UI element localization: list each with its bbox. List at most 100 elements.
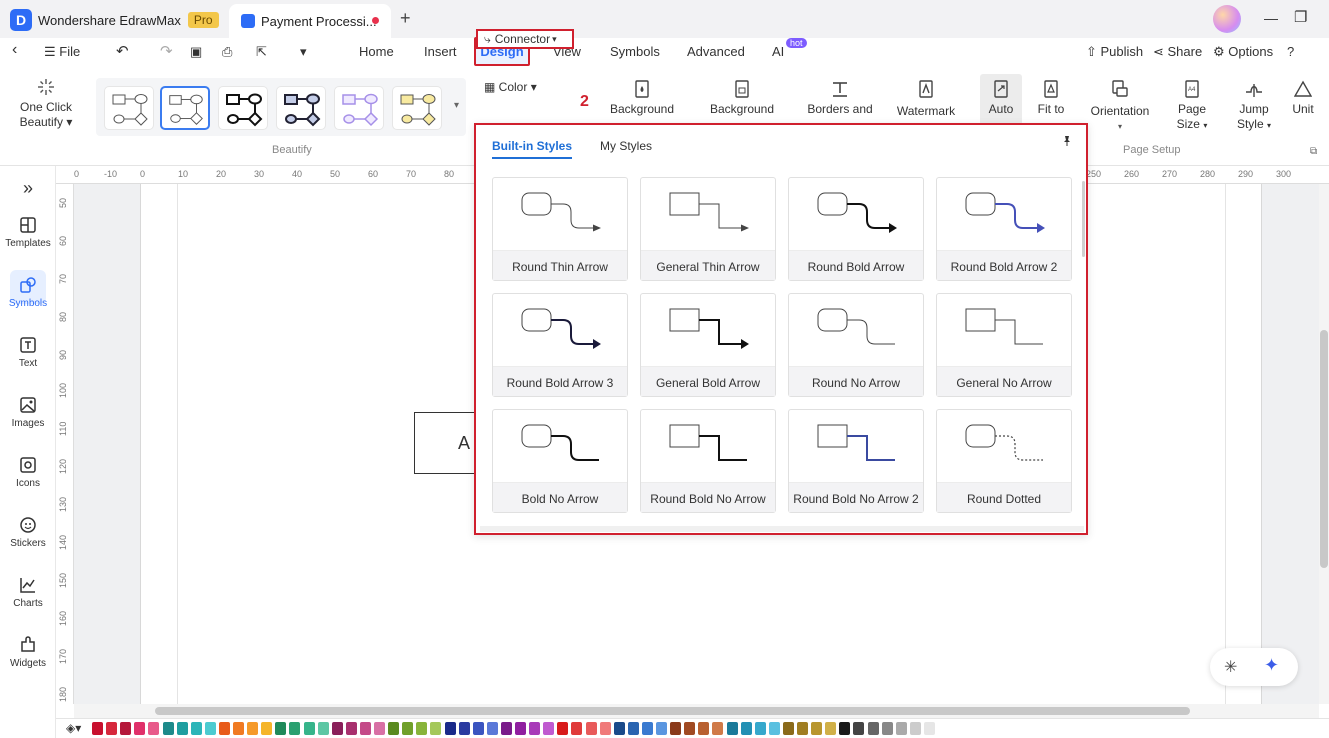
color-swatch[interactable]: [106, 722, 118, 735]
sidebar-item-symbols[interactable]: Symbols: [0, 270, 56, 309]
vertical-scroll-thumb[interactable]: [1320, 330, 1328, 568]
sidebar-item-charts[interactable]: Charts: [0, 576, 56, 609]
connector-style-card[interactable]: Round Bold Arrow 3: [492, 293, 628, 397]
color-swatch[interactable]: [853, 722, 865, 735]
tab-my-styles[interactable]: My Styles: [600, 139, 652, 153]
ai-sparkle-icon[interactable]: ✦: [1264, 655, 1279, 676]
connector-style-card[interactable]: Round Bold Arrow 2: [936, 177, 1072, 281]
color-swatch[interactable]: [782, 722, 794, 735]
sidebar-item-icons[interactable]: Icons: [0, 456, 56, 489]
save-icon[interactable]: ▣: [190, 44, 202, 60]
color-swatch[interactable]: [359, 722, 371, 735]
menu-insert[interactable]: Insert: [424, 44, 457, 59]
connector-style-card[interactable]: Round Thin Arrow: [492, 177, 628, 281]
connector-style-card[interactable]: Round Bold No Arrow: [640, 409, 776, 513]
connector-style-card[interactable]: General Bold Arrow: [640, 293, 776, 397]
connector-style-card[interactable]: Round No Arrow: [788, 293, 924, 397]
color-swatch[interactable]: [811, 722, 823, 735]
dropdown-scrollbar[interactable]: [1082, 181, 1085, 257]
color-swatch[interactable]: [529, 722, 541, 735]
color-swatch[interactable]: [247, 722, 259, 735]
color-swatch[interactable]: [768, 722, 780, 735]
color-swatch[interactable]: [740, 722, 752, 735]
color-swatch[interactable]: [543, 722, 555, 735]
redo-icon[interactable]: ↷: [160, 42, 173, 60]
color-swatch[interactable]: [515, 722, 526, 735]
background-picture-button[interactable]: Background: [700, 80, 784, 117]
back-icon[interactable]: ‹: [12, 41, 17, 59]
color-swatch[interactable]: [289, 722, 301, 735]
avatar[interactable]: [1213, 5, 1241, 33]
share-button[interactable]: ⋖ Share: [1153, 44, 1202, 60]
color-swatch[interactable]: [162, 722, 174, 735]
color-swatch[interactable]: [698, 722, 710, 735]
menu-ai[interactable]: AI: [772, 44, 784, 59]
pin-icon[interactable]: [1061, 135, 1073, 147]
color-swatch[interactable]: [134, 722, 146, 735]
fill-bucket-icon[interactable]: ◈▾: [66, 721, 81, 735]
minimize-icon[interactable]: —: [1264, 10, 1278, 26]
color-swatch[interactable]: [881, 722, 893, 735]
connector-style-card[interactable]: Round Bold No Arrow 2: [788, 409, 924, 513]
color-swatch[interactable]: [190, 722, 202, 735]
color-swatch[interactable]: [218, 722, 230, 735]
color-swatch[interactable]: [895, 722, 907, 735]
watermark-button[interactable]: Watermark: [890, 80, 962, 119]
orientation-button[interactable]: Orientation ▾: [1084, 80, 1156, 134]
sidebar-item-images[interactable]: Images: [0, 396, 56, 429]
color-swatch[interactable]: [120, 722, 132, 735]
color-swatch[interactable]: [656, 722, 667, 735]
color-swatch[interactable]: [585, 722, 597, 735]
color-swatch[interactable]: [176, 722, 188, 735]
color-swatch[interactable]: [92, 722, 103, 735]
new-tab-button[interactable]: +: [400, 8, 411, 29]
connector-style-card[interactable]: Round Dotted: [936, 409, 1072, 513]
connector-style-card[interactable]: General No Arrow: [936, 293, 1072, 397]
undo-icon[interactable]: ↶: [116, 42, 129, 60]
beautify-style-4[interactable]: [276, 86, 326, 130]
expand-sidebar-icon[interactable]: »: [0, 178, 56, 199]
color-swatch[interactable]: [500, 722, 512, 735]
color-swatch[interactable]: [458, 722, 470, 735]
color-swatch[interactable]: [726, 722, 738, 735]
color-swatch[interactable]: [754, 722, 766, 735]
connector-style-card[interactable]: General Thin Arrow: [640, 177, 776, 281]
borders-button[interactable]: Borders and: [800, 80, 880, 117]
color-swatch[interactable]: [839, 722, 851, 735]
color-button[interactable]: ▦ Color ▾: [484, 80, 537, 94]
page-size-button[interactable]: A4 Page Size ▾: [1166, 80, 1218, 133]
color-swatch[interactable]: [557, 722, 569, 735]
color-swatch[interactable]: [233, 722, 244, 735]
color-swatch[interactable]: [571, 722, 583, 735]
color-swatch[interactable]: [712, 722, 724, 735]
menu-symbols[interactable]: Symbols: [610, 44, 660, 59]
document-tab[interactable]: Payment Processi...: [229, 4, 391, 38]
color-swatch[interactable]: [148, 722, 160, 735]
color-swatch[interactable]: [923, 722, 935, 735]
color-swatch[interactable]: [275, 722, 287, 735]
horizontal-scroll-thumb[interactable]: [155, 707, 1190, 715]
gallery-more-icon[interactable]: ▾: [454, 100, 459, 111]
maximize-icon[interactable]: ❐: [1294, 8, 1307, 26]
color-swatch[interactable]: [444, 722, 456, 735]
sidebar-item-text[interactable]: Text: [0, 336, 56, 369]
more-icon[interactable]: ▾: [300, 44, 307, 60]
fit-to-button[interactable]: Fit to: [1030, 80, 1072, 117]
color-swatch[interactable]: [613, 722, 625, 735]
publish-button[interactable]: ⇧ Publish: [1086, 44, 1143, 60]
color-swatch[interactable]: [670, 722, 682, 735]
app-home-tab[interactable]: D Wondershare EdrawMax Pro: [10, 4, 219, 36]
help-button[interactable]: ?: [1287, 44, 1294, 59]
menu-advanced[interactable]: Advanced: [687, 44, 745, 59]
beautify-float-icon[interactable]: ✳: [1224, 657, 1237, 677]
tab-built-in-styles[interactable]: Built-in Styles: [492, 139, 573, 159]
beautify-style-2[interactable]: [160, 86, 210, 130]
color-swatch[interactable]: [261, 722, 273, 735]
color-swatch[interactable]: [641, 722, 653, 735]
connector-style-card[interactable]: Round Bold Arrow: [788, 177, 924, 281]
beautify-style-3[interactable]: [218, 86, 268, 130]
background-color-button[interactable]: Background: [600, 80, 684, 117]
menu-home[interactable]: Home: [359, 44, 394, 59]
color-swatch[interactable]: [374, 722, 385, 735]
color-swatch[interactable]: [486, 722, 498, 735]
